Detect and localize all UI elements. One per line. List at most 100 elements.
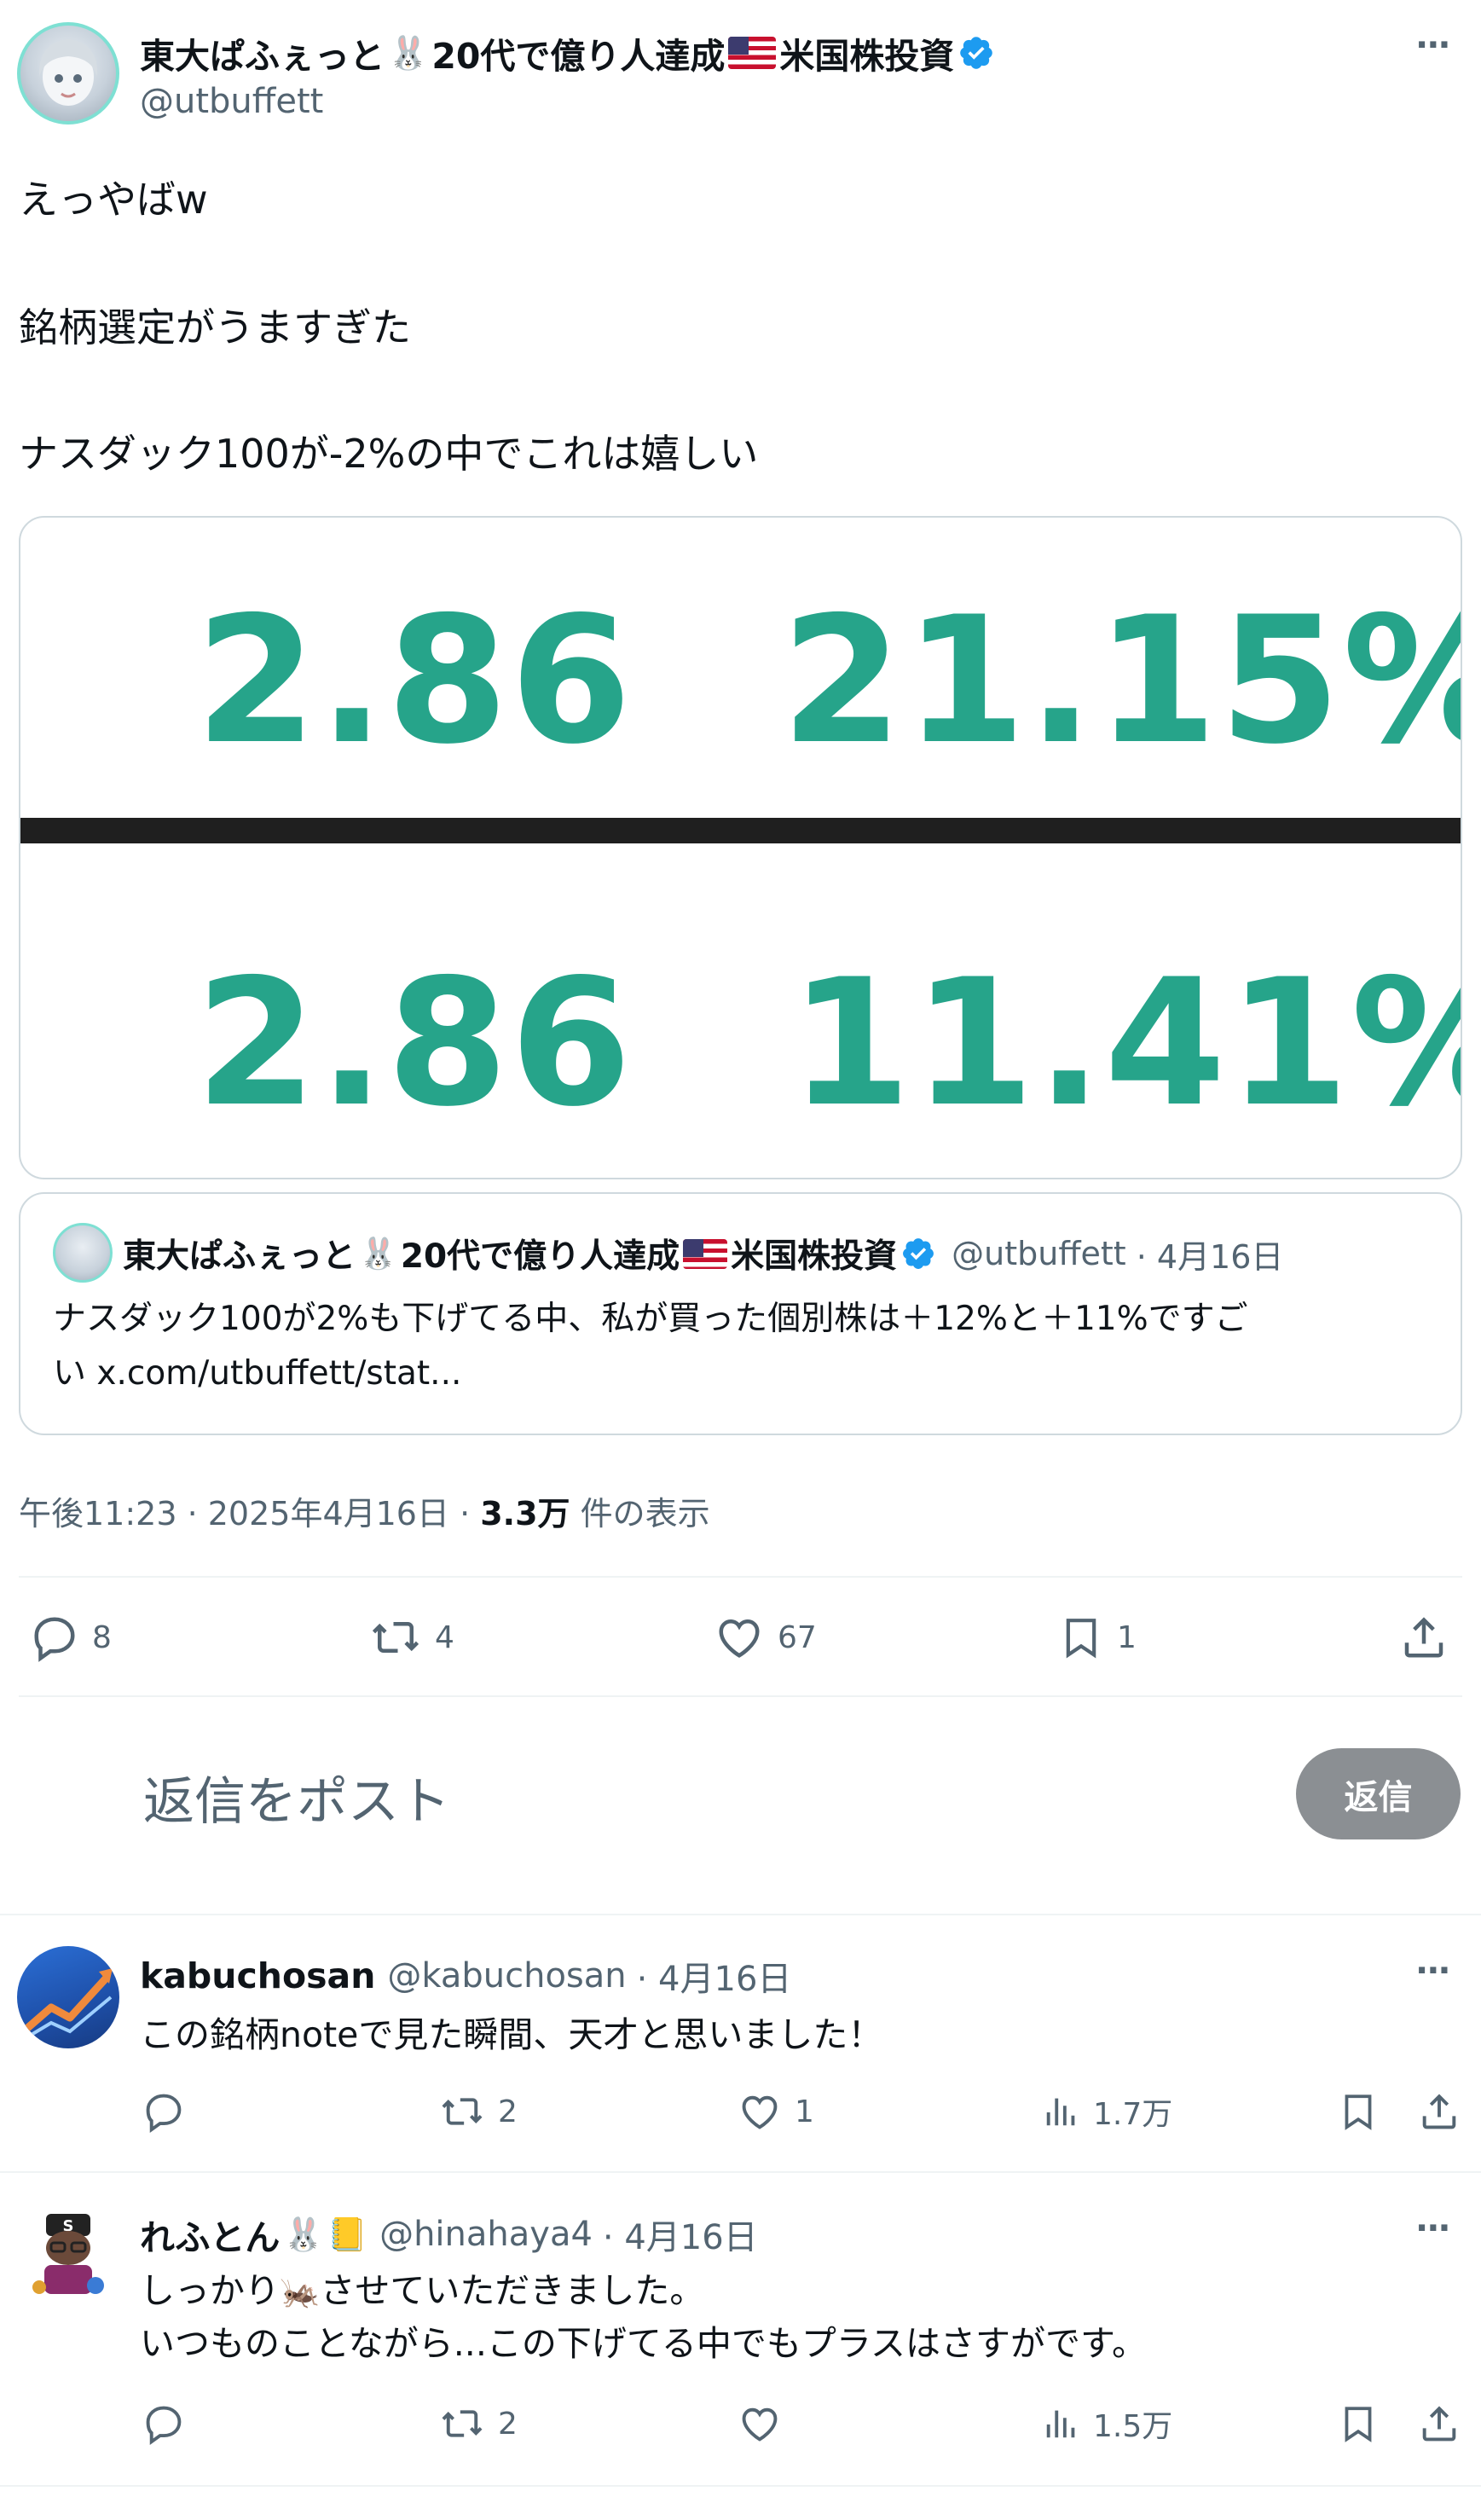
- media-divider-line: [20, 818, 1461, 843]
- reply-author-handle: @hinahaya4: [379, 2215, 593, 2254]
- media-row2-right: 11.41%: [790, 942, 1462, 1145]
- reply-avatar[interactable]: S: [17, 2204, 119, 2306]
- repost-icon: [442, 2410, 483, 2437]
- reply-text-line1: しっかり🦗させていただきました。: [140, 2265, 704, 2317]
- author-name-part2: 20代で億り人達成: [431, 36, 726, 77]
- reply-reply-action[interactable]: [142, 2401, 198, 2446]
- reply-date: · 4月16日: [602, 2218, 758, 2257]
- media-row1-right: 21.15%: [781, 580, 1462, 783]
- reply-reply-action[interactable]: [142, 2089, 198, 2134]
- quote-author-name: 東大ぱふぇっと 🐰 20代で億り人達成 米国株投資 @utbuffett · 4…: [123, 1230, 1283, 1277]
- cricket-icon: 🦗: [280, 2273, 321, 2310]
- quote-author-avatar: [53, 1223, 113, 1283]
- quote-author-name-part2: 20代で億り人達成: [400, 1237, 680, 1276]
- rabbit-icon: 🐰: [388, 33, 429, 72]
- reply-repost-count: 2: [498, 2406, 518, 2442]
- repost-count: 4: [435, 1619, 454, 1655]
- media-row2-left: 2.86: [195, 942, 633, 1145]
- reply-share-action[interactable]: [1417, 2401, 1461, 2446]
- like-icon: [742, 2095, 778, 2129]
- reply-button[interactable]: 返信: [1296, 1748, 1461, 1839]
- reply-icon: [34, 1617, 75, 1662]
- author-name-part3: 米国株投資: [779, 36, 955, 77]
- quote-author-name-part1: 東大ぱふぇっと: [123, 1237, 356, 1276]
- reply-date: · 4月16日: [636, 1960, 792, 1999]
- repost-icon: [442, 2098, 483, 2125]
- views-icon: [1046, 2410, 1075, 2438]
- author-avatar[interactable]: [17, 22, 119, 125]
- divider: [0, 2485, 1481, 2487]
- reply-author[interactable]: kabuchosan @kabuchosan · 4月16日: [140, 1951, 791, 2001]
- quote-date: · 4月16日: [1136, 1237, 1284, 1276]
- bookmark-action[interactable]: 1: [1057, 1612, 1137, 1663]
- post-image[interactable]: 2.86 21.15% 2.86 11.41%: [19, 516, 1462, 1179]
- reply-bookmark-action[interactable]: [1337, 2089, 1380, 2134]
- views-label: 件の表示: [570, 1495, 710, 1532]
- verified-badge-icon: [903, 1238, 934, 1269]
- bookmark-count: 1: [1117, 1619, 1137, 1655]
- quote-author-handle: @utbuffett: [952, 1235, 1126, 1272]
- reply-like-action[interactable]: 1: [737, 2089, 814, 2134]
- reply-repost-count: 2: [498, 2094, 518, 2129]
- like-action[interactable]: 67: [713, 1612, 817, 1663]
- post-text-line3: ナスダック100が-2%の中でこれは嬉しい: [19, 431, 759, 477]
- verified-badge-icon: [960, 37, 993, 69]
- post-timestamp: 午後11:23 · 2025年4月16日 · 3.3万 件の表示: [19, 1487, 710, 1534]
- like-icon: [742, 2407, 778, 2442]
- reply-bookmark-action[interactable]: [1337, 2401, 1380, 2446]
- share-icon: [1422, 2406, 1456, 2442]
- share-icon: [1404, 1617, 1443, 1658]
- divider: [19, 1695, 1462, 1697]
- reply-views-action[interactable]: 1.5万: [1042, 2401, 1172, 2446]
- notebook-icon: 📒: [327, 2215, 368, 2253]
- timestamp-text[interactable]: 午後11:23 · 2025年4月16日 ·: [19, 1495, 480, 1532]
- reply-avatar[interactable]: [17, 1946, 119, 2048]
- reply-views-action[interactable]: 1.7万: [1042, 2089, 1172, 2134]
- bookmark-icon: [1066, 1619, 1096, 1659]
- divider: [19, 1576, 1462, 1578]
- quote-author-name-part3: 米国株投資: [731, 1237, 898, 1276]
- divider: [0, 2171, 1481, 2173]
- reply-text: この銘柄noteで見た瞬間、天才と思いました！: [140, 2014, 883, 2055]
- reply-text-line2: いつものことながら...この下げてる中でもプラスはさすがです。: [140, 2323, 1147, 2364]
- divider: [0, 1914, 1481, 1915]
- reply-like-action[interactable]: [737, 2401, 795, 2446]
- post-text-line2: 銘柄選定がうますぎた: [19, 304, 411, 350]
- reply-icon: [146, 2094, 182, 2134]
- author-name-part1: 東大ぱふぇっと: [140, 36, 385, 77]
- repost-action[interactable]: 4: [368, 1612, 454, 1663]
- media-row1-left: 2.86: [195, 580, 633, 783]
- reply-author-name: kabuchosan: [140, 1955, 376, 1996]
- reply-share-action[interactable]: [1417, 2089, 1461, 2134]
- bookmark-icon: [1345, 2094, 1372, 2130]
- reply-author-name: れふとん: [140, 2217, 281, 2258]
- share-action[interactable]: [1398, 1612, 1449, 1663]
- like-count: 67: [778, 1619, 817, 1655]
- quote-text-line1: ナスダック100が2%も下げてる中、私が買った個別株は＋12%と＋11%ですご: [53, 1300, 1248, 1338]
- reply-like-count: 1: [795, 2094, 814, 2129]
- reply-author[interactable]: れふとん 🐰 📒 @hinahaya4 · 4月16日: [140, 2209, 758, 2260]
- flag-us-icon: [728, 37, 777, 69]
- reply-repost-action[interactable]: 2: [438, 2401, 518, 2446]
- reply-views-count: 1.7万: [1093, 2097, 1173, 2132]
- reply-action[interactable]: 8: [29, 1612, 112, 1663]
- reply-views-count: 1.5万: [1093, 2409, 1173, 2444]
- share-icon: [1422, 2094, 1456, 2129]
- author-handle[interactable]: @utbuffett: [140, 82, 323, 121]
- rabbit-icon: 🐰: [359, 1237, 397, 1272]
- views-icon: [1046, 2098, 1075, 2126]
- reply-repost-action[interactable]: 2: [438, 2089, 518, 2134]
- quote-text-line2: い x.com/utbuffett/stat...: [53, 1354, 462, 1393]
- reply-author-handle: @kabuchosan: [387, 1956, 627, 1996]
- more-icon[interactable]: ···: [1415, 26, 1451, 65]
- author-name[interactable]: 東大ぱふぇっと 🐰 20代で億り人達成 米国株投資: [140, 27, 995, 78]
- bookmark-icon: [1345, 2407, 1372, 2442]
- views-count: 3.3万: [480, 1495, 570, 1532]
- more-icon[interactable]: ···: [1415, 2209, 1451, 2248]
- reply-input[interactable]: 返信をポスト: [143, 1760, 450, 1834]
- repost-icon: [372, 1622, 419, 1653]
- more-icon[interactable]: ···: [1415, 1951, 1451, 1990]
- reply-text-part1: しっかり: [140, 2270, 280, 2311]
- quoted-post[interactable]: 東大ぱふぇっと 🐰 20代で億り人達成 米国株投資 @utbuffett · 4…: [19, 1192, 1462, 1435]
- rabbit-icon: 🐰: [283, 2215, 324, 2253]
